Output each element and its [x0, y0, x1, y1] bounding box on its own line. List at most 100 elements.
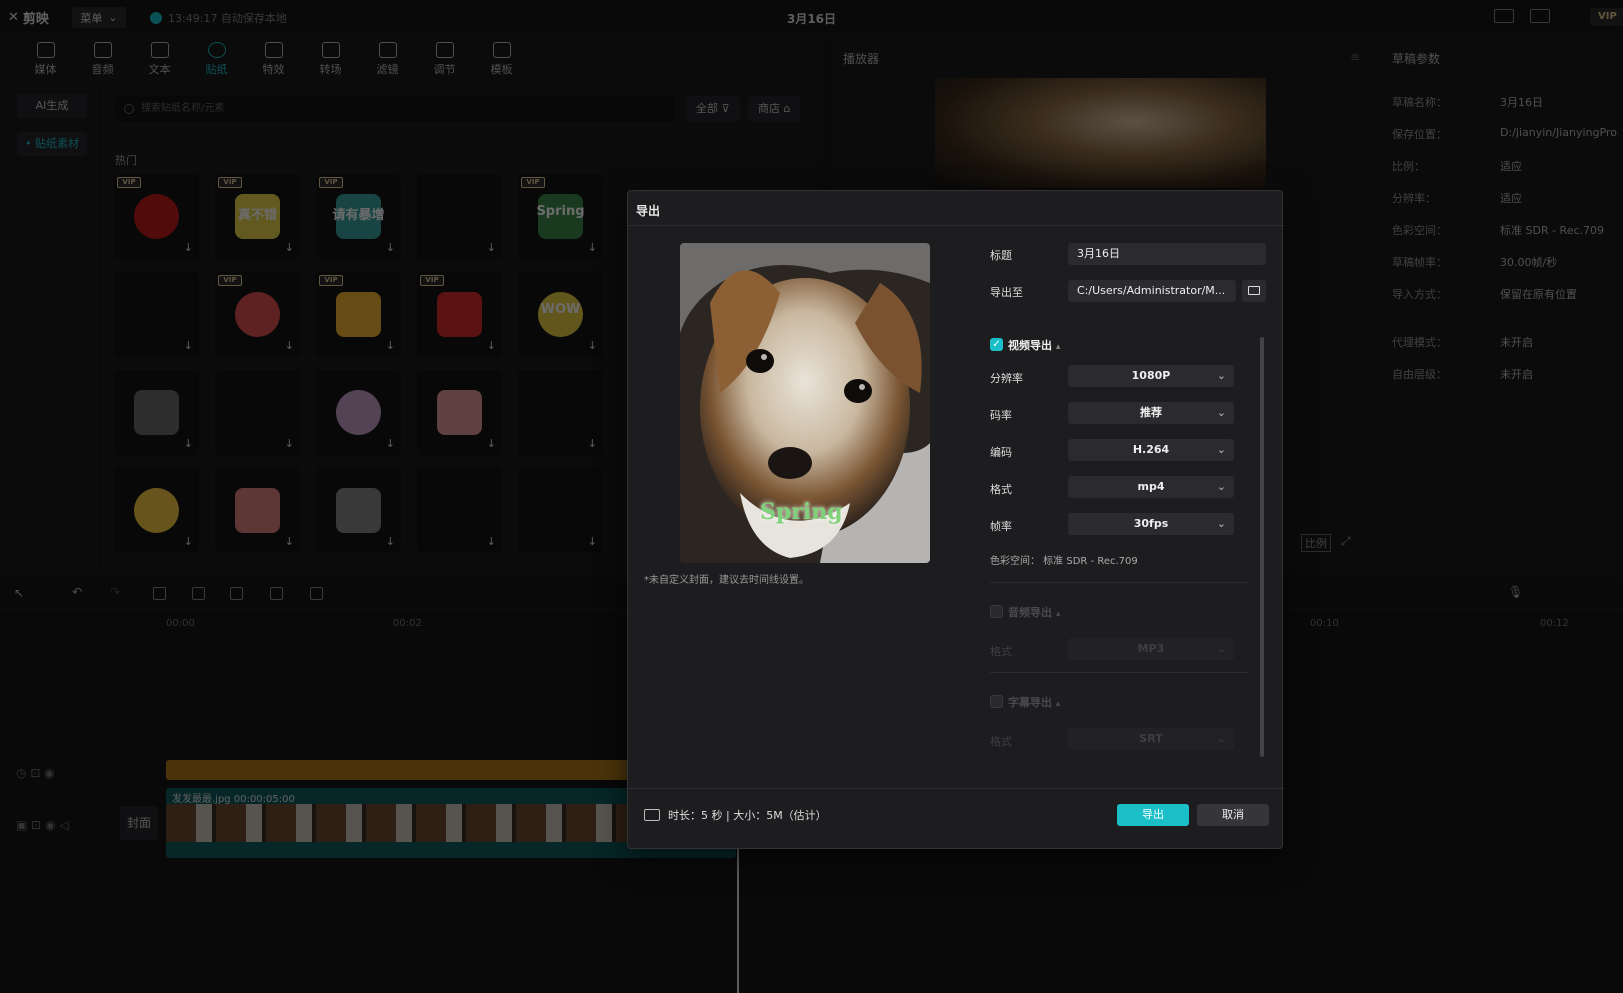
layout-icon[interactable]: [1530, 9, 1550, 23]
tab-media[interactable]: 媒体: [17, 36, 74, 82]
sticker-item[interactable]: Spring VIP ↓: [518, 174, 603, 259]
redo-icon[interactable]: ↷: [110, 585, 120, 599]
tab-adjust[interactable]: 调节: [416, 36, 473, 82]
download-icon[interactable]: ↓: [487, 241, 496, 254]
undo-icon[interactable]: ↶: [72, 585, 82, 599]
filter-all-button[interactable]: 全部 ⊽: [686, 96, 740, 122]
download-icon[interactable]: ↓: [487, 339, 496, 352]
download-icon[interactable]: ↓: [386, 437, 395, 450]
download-icon[interactable]: ↓: [285, 241, 294, 254]
audio-export-checkbox[interactable]: [990, 605, 1003, 618]
chevron-up-icon[interactable]: ▴: [1056, 342, 1061, 352]
tab-audio[interactable]: 音频: [74, 36, 131, 82]
speaker-icon[interactable]: ◁: [59, 818, 68, 832]
export-path-input[interactable]: C:/Users/Administrator/M...: [1068, 280, 1236, 302]
sticker-item[interactable]: VIP ↓: [114, 174, 199, 259]
sticker-item[interactable]: 请有暴增 VIP ↓: [316, 174, 401, 259]
clock-icon[interactable]: ◷: [16, 766, 26, 780]
sticker-search-input[interactable]: 搜索贴纸名称/元素: [115, 96, 675, 122]
sticker-item[interactable]: ↓: [215, 370, 300, 455]
download-icon[interactable]: ↓: [487, 437, 496, 450]
codec-select[interactable]: H.264 ⌄: [1068, 439, 1234, 461]
sticker-item[interactable]: ↓: [518, 370, 603, 455]
download-icon[interactable]: ↓: [588, 241, 597, 254]
tab-filter[interactable]: 滤镜: [359, 36, 416, 82]
sticker-item[interactable]: VIP ↓: [417, 272, 502, 357]
sticker-item[interactable]: ↓: [417, 370, 502, 455]
sticker-item[interactable]: ↓: [114, 272, 199, 357]
download-icon[interactable]: ↓: [487, 535, 496, 548]
tab-sticker[interactable]: 贴纸: [188, 36, 245, 82]
split-icon[interactable]: [153, 587, 166, 600]
microphone-icon[interactable]: 🎙: [1508, 585, 1523, 599]
format-select[interactable]: mp4 ⌄: [1068, 476, 1234, 498]
player-menu-icon[interactable]: ≡: [1350, 50, 1360, 64]
select-tool-icon[interactable]: ↖: [14, 586, 24, 600]
ai-generate-button[interactable]: AI生成: [17, 94, 87, 118]
subtitle-format-select[interactable]: SRT ⌄: [1068, 728, 1234, 750]
cover-button[interactable]: 封面: [120, 806, 158, 840]
sticker-item[interactable]: VIP ↓: [316, 272, 401, 357]
folder-button[interactable]: [1242, 280, 1266, 302]
sticker-item[interactable]: ↓: [114, 370, 199, 455]
download-icon[interactable]: ↓: [184, 241, 193, 254]
sticker-item[interactable]: VIP ↓: [215, 272, 300, 357]
dialog-scrollbar[interactable]: [1260, 337, 1264, 757]
sticker-item[interactable]: ↓: [114, 468, 199, 553]
store-button[interactable]: 商店 ⌂: [748, 96, 801, 122]
sticker-item[interactable]: ↓: [417, 468, 502, 553]
shortcut-icon[interactable]: [1494, 9, 1514, 23]
audio-format-select[interactable]: MP3 ⌄: [1068, 638, 1234, 660]
download-icon[interactable]: ↓: [285, 339, 294, 352]
eye-icon[interactable]: ◉: [44, 766, 54, 780]
fullscreen-icon[interactable]: ⤢: [1341, 534, 1351, 549]
sticker-item[interactable]: ↓: [215, 468, 300, 553]
sticker-materials-button[interactable]: • 贴纸素材: [17, 132, 87, 156]
cover-preview[interactable]: Spring: [680, 243, 930, 563]
subtitle-export-checkbox[interactable]: [990, 695, 1003, 708]
sticker-item[interactable]: ↓: [417, 174, 502, 259]
download-icon[interactable]: ↓: [184, 437, 193, 450]
lock-icon[interactable]: ⊡: [30, 766, 40, 780]
export-button[interactable]: 导出: [1117, 804, 1189, 826]
download-icon[interactable]: ↓: [386, 241, 395, 254]
delete-icon[interactable]: [270, 587, 283, 600]
download-icon[interactable]: ↓: [285, 437, 294, 450]
trim-left-icon[interactable]: [192, 587, 205, 600]
resolution-select[interactable]: 1080P ⌄: [1068, 365, 1234, 387]
download-icon[interactable]: ↓: [184, 535, 193, 548]
download-icon[interactable]: ↓: [386, 339, 395, 352]
ratio-button[interactable]: 比例: [1301, 534, 1331, 552]
chevron-up-icon[interactable]: ▴: [1056, 699, 1061, 709]
tab-text[interactable]: 文本: [131, 36, 188, 82]
sticker-thumbnail: [538, 390, 583, 435]
shield-icon[interactable]: [310, 587, 323, 600]
trim-right-icon[interactable]: [230, 587, 243, 600]
sticker-item[interactable]: ↓: [316, 468, 401, 553]
sticker-item[interactable]: WOW ↓: [518, 272, 603, 357]
download-icon[interactable]: ↓: [386, 535, 395, 548]
cancel-button[interactable]: 取消: [1197, 804, 1269, 826]
time-tick: 00:12: [1540, 618, 1569, 629]
chevron-up-icon[interactable]: ▴: [1056, 609, 1061, 619]
download-icon[interactable]: ↓: [588, 535, 597, 548]
download-icon[interactable]: ↓: [588, 339, 597, 352]
download-icon[interactable]: ↓: [588, 437, 597, 450]
vip-badge[interactable]: VIP: [1590, 8, 1623, 26]
sticker-item[interactable]: ↓: [518, 468, 603, 553]
param-key: 草稿帧率：: [1392, 256, 1447, 269]
sticker-item[interactable]: 真不错 VIP ↓: [215, 174, 300, 259]
bitrate-select[interactable]: 推荐 ⌄: [1068, 402, 1234, 424]
lock-icon[interactable]: ⊡: [31, 818, 41, 832]
title-input[interactable]: 3月16日: [1068, 243, 1266, 265]
cover-icon[interactable]: ▣: [16, 818, 27, 832]
sticker-item[interactable]: ↓: [316, 370, 401, 455]
fps-select[interactable]: 30fps ⌄: [1068, 513, 1234, 535]
video-export-checkbox[interactable]: ✓: [990, 338, 1003, 351]
download-icon[interactable]: ↓: [285, 535, 294, 548]
eye-icon[interactable]: ◉: [45, 818, 55, 832]
tab-template[interactable]: 模板: [473, 36, 530, 82]
tab-transition[interactable]: 转场: [302, 36, 359, 82]
download-icon[interactable]: ↓: [184, 339, 193, 352]
tab-effects[interactable]: 特效: [245, 36, 302, 82]
